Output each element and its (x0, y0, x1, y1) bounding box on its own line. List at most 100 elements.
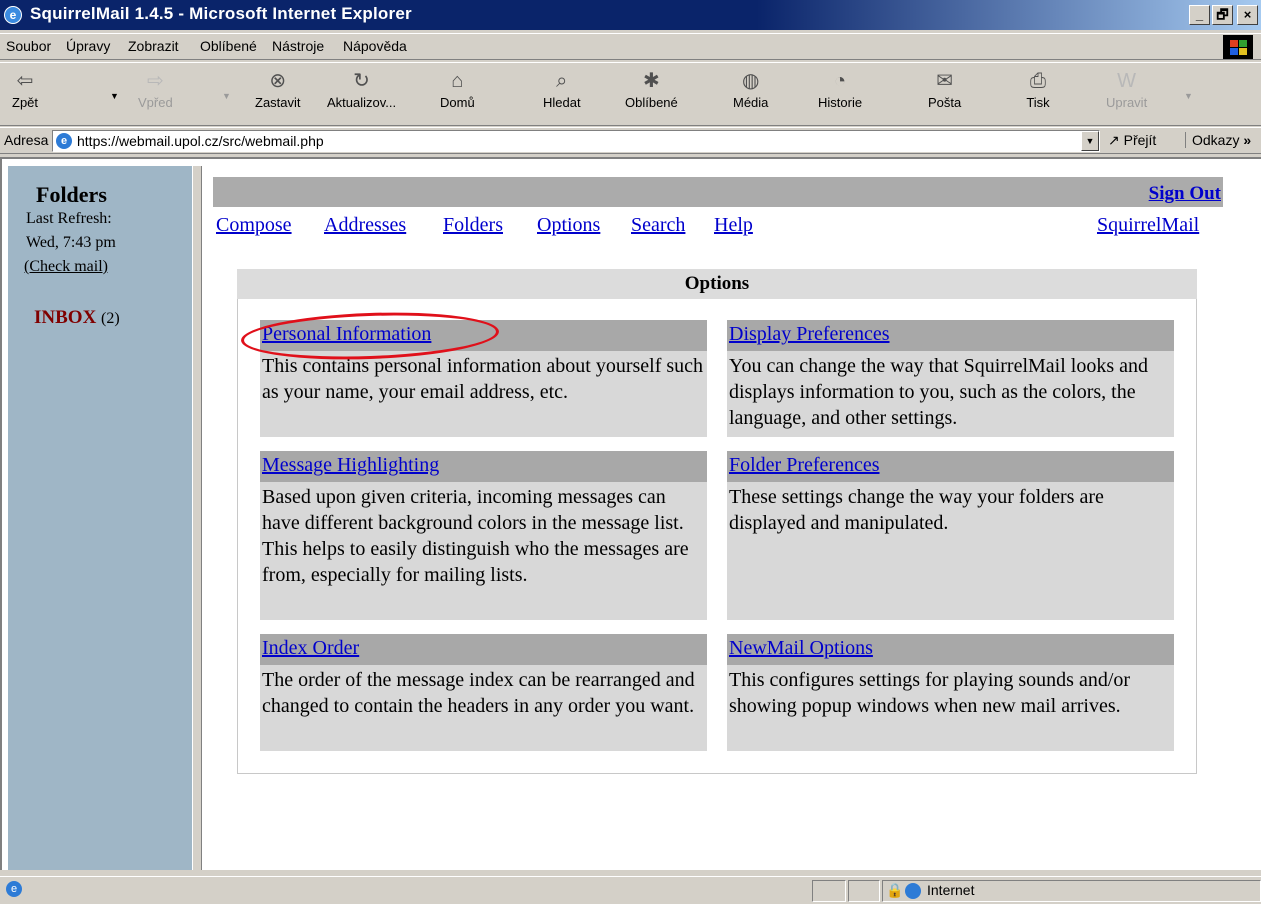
page-status-icon: e (6, 881, 22, 897)
top-bar: Sign Out (213, 177, 1223, 207)
print-icon: ⎙ (1030, 70, 1046, 92)
menu-favorites[interactable]: Oblíbené (200, 38, 257, 54)
option-header: NewMail Options (727, 634, 1174, 665)
edit-label: Upravit (1106, 95, 1148, 110)
menu-help[interactable]: Nápověda (343, 38, 407, 54)
edit-dropdown-icon[interactable]: ▼ (1184, 91, 1193, 101)
back-button[interactable]: ⇦ Zpět (12, 69, 38, 110)
forward-button[interactable]: ⇨ Vpřed (138, 69, 173, 110)
nav-folders[interactable]: Folders (443, 214, 503, 237)
security-zone-label: Internet (927, 882, 975, 898)
lock-icon[interactable]: 🔒 (886, 882, 903, 898)
address-url: https://webmail.upol.cz/src/webmail.php (77, 133, 324, 149)
sign-out-link[interactable]: Sign Out (1149, 183, 1221, 205)
refresh-label: Aktualizov... (327, 95, 397, 110)
mail-label: Pošta (928, 95, 962, 110)
maximize-button[interactable]: 🗗 (1212, 5, 1233, 25)
nav-addresses[interactable]: Addresses (324, 214, 406, 237)
message-highlighting-link[interactable]: Message Highlighting (262, 454, 439, 477)
back-dropdown-icon[interactable]: ▼ (110, 91, 119, 101)
links-button[interactable]: Odkazy » (1185, 132, 1251, 148)
minimize-button[interactable]: _ (1189, 5, 1210, 25)
menu-tools[interactable]: Nástroje (272, 38, 324, 54)
index-order-link[interactable]: Index Order (262, 637, 359, 660)
mail-button[interactable]: ✉ Pošta (928, 69, 961, 110)
stop-icon: ⊗ (269, 70, 287, 92)
option-header: Display Preferences (727, 320, 1174, 351)
go-arrow-icon: ↗ (1108, 132, 1120, 148)
inbox-folder[interactable]: INBOX (2) (34, 307, 120, 329)
folder-preferences-link[interactable]: Folder Preferences (729, 454, 880, 477)
newmail-options-link[interactable]: NewMail Options (729, 637, 873, 660)
refresh-button[interactable]: ↻ Aktualizov... (327, 69, 396, 110)
option-header: Folder Preferences (727, 451, 1174, 482)
history-button[interactable]: ◔ Historie (818, 69, 862, 110)
ie-app-icon[interactable]: e (4, 6, 22, 24)
history-label: Historie (818, 95, 863, 110)
address-label: Adresa (4, 132, 49, 148)
check-mail-link[interactable]: (Check mail) (24, 258, 108, 276)
nav-options[interactable]: Options (537, 214, 600, 237)
option-description: This contains personal information about… (262, 355, 704, 403)
nav-compose[interactable]: Compose (216, 214, 292, 237)
option-index-order: Index Order The order of the message ind… (260, 634, 707, 751)
go-label: Přejít (1123, 132, 1157, 148)
forward-label: Vpřed (138, 95, 173, 110)
chevron-right-icon: » (1243, 132, 1252, 148)
favorites-label: Oblíbené (625, 95, 678, 110)
close-button[interactable]: × (1237, 5, 1258, 25)
media-label: Média (733, 95, 769, 110)
security-zone-pane: 🔒 Internet (882, 880, 1261, 902)
last-refresh-label: Last Refresh: (26, 210, 112, 227)
option-display-preferences: Display Preferences You can change the w… (727, 320, 1174, 437)
toolbar: ⇦ Zpět ▼ ⇨ Vpřed ▼ ⊗ Zastavit ↻ Aktualiz… (0, 62, 1261, 126)
menu-view[interactable]: Zobrazit (128, 38, 179, 54)
menu-bar: Soubor Úpravy Zobrazit Oblíbené Nástroje… (0, 33, 1261, 60)
favorites-button[interactable]: ✱ Oblíbené (625, 69, 678, 110)
print-button[interactable]: ⎙ Tisk (1026, 69, 1050, 110)
option-folder-preferences: Folder Preferences These settings change… (727, 451, 1174, 620)
option-description: Based upon given criteria, incoming mess… (262, 486, 689, 586)
address-dropdown-icon[interactable]: ▼ (1081, 131, 1099, 151)
squirrelmail-link[interactable]: SquirrelMail (1097, 214, 1199, 237)
go-button[interactable]: ↗ Přejít (1108, 132, 1156, 149)
home-label: Domů (440, 95, 475, 110)
globe-icon (905, 883, 921, 899)
media-button[interactable]: ◍ Média (733, 69, 768, 110)
windows-logo-icon (1223, 35, 1253, 59)
address-bar: Adresa e https://webmail.upol.cz/src/web… (0, 127, 1261, 154)
option-header: Index Order (260, 634, 707, 665)
title-bar: e SquirrelMail 1.4.5 - Microsoft Interne… (0, 0, 1261, 30)
menu-edit[interactable]: Úpravy (66, 38, 110, 54)
option-description: The order of the message index can be re… (262, 669, 695, 717)
edit-button[interactable]: W Upravit (1106, 69, 1147, 110)
page-icon: e (56, 133, 72, 149)
inbox-label: INBOX (34, 307, 97, 328)
nav-search[interactable]: Search (631, 214, 685, 237)
inbox-count: (2) (101, 310, 120, 327)
folders-title: Folders (36, 182, 107, 207)
nav-help[interactable]: Help (714, 214, 753, 237)
home-icon: ⌂ (451, 70, 464, 92)
options-title: Options (237, 269, 1197, 299)
stop-button[interactable]: ⊗ Zastavit (255, 69, 301, 110)
history-icon: ◔ (833, 70, 847, 92)
option-newmail-options: NewMail Options This configures settings… (727, 634, 1174, 751)
forward-dropdown-icon[interactable]: ▼ (222, 91, 231, 101)
stop-label: Zastavit (255, 95, 301, 110)
display-preferences-link[interactable]: Display Preferences (729, 323, 890, 346)
mail-icon: ✉ (936, 70, 953, 92)
status-bar: e 🔒 Internet (0, 876, 1261, 904)
home-button[interactable]: ⌂ Domů (440, 69, 475, 110)
search-icon: ⌕ (556, 70, 568, 92)
links-label: Odkazy (1192, 132, 1240, 148)
frame-splitter[interactable] (192, 166, 202, 870)
status-pane (812, 880, 846, 902)
search-button[interactable]: ⌕ Hledat (543, 69, 581, 110)
menu-file[interactable]: Soubor (6, 38, 51, 54)
edit-icon: W (1117, 70, 1137, 92)
forward-arrow-icon: ⇨ (146, 70, 164, 92)
address-input[interactable]: e https://webmail.upol.cz/src/webmail.ph… (52, 130, 1100, 152)
refresh-icon: ↻ (353, 70, 370, 92)
option-description: This configures settings for playing sou… (729, 669, 1131, 717)
